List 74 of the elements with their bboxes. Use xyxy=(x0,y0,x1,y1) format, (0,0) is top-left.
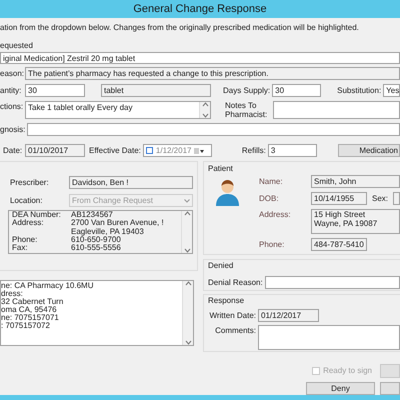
field-label: Written Date: xyxy=(208,310,257,322)
detail-value: Eagleville, PA 19403 xyxy=(71,228,144,236)
pharmacy-line: : 7075157072 xyxy=(1,322,51,330)
field-label: Refills: xyxy=(242,144,267,156)
text-field[interactable]: 30 xyxy=(25,84,85,97)
detail-value: 610-555-5556 xyxy=(71,244,121,252)
directions-textarea[interactable]: Take 1 tablet orally Every day xyxy=(25,101,211,119)
field-label: Comments: xyxy=(214,325,257,337)
scrollbar[interactable] xyxy=(199,102,210,118)
text-field[interactable]: 10/14/1955 xyxy=(311,192,367,205)
detail-label: Phone: xyxy=(12,236,38,244)
calendar-dropdown-icon[interactable] xyxy=(194,148,204,154)
detail-value: AB1234567 xyxy=(71,211,113,219)
field-label: eason: xyxy=(0,68,21,80)
field-label: Denial Reason: xyxy=(208,276,264,288)
pharmacy-line: ne: CA Pharmacy 10.6MU xyxy=(1,282,94,290)
field-label: Days Supply: xyxy=(223,84,272,96)
field-label: Denied xyxy=(208,261,234,270)
instruction-text: ation from the dropdown below. Changes from the originally prescribed medication will be highlighted. xyxy=(0,23,360,33)
field-label: Date: xyxy=(2,144,24,156)
text-field[interactable]: 01/12/2017 xyxy=(258,309,319,322)
field-label: Prescriber: xyxy=(10,176,50,188)
date-picker[interactable]: 1/12/2017 xyxy=(142,144,212,157)
field-label: Notes To Pharmacist: xyxy=(225,101,268,119)
text-field[interactable]: 484-787-5410 xyxy=(311,238,367,251)
field-label: Substitution: xyxy=(337,84,382,96)
medication-field[interactable]: iginal Medication] Zestril 20 mg tablet xyxy=(0,52,400,64)
deny-button[interactable]: Deny xyxy=(306,382,375,395)
text-field[interactable]: tablet xyxy=(101,84,211,97)
checkbox[interactable] xyxy=(146,147,153,154)
pharmacy-line: ne: 7075157071 xyxy=(1,314,60,322)
field-label: Patient xyxy=(208,164,234,173)
address-line: 15 High Street xyxy=(314,210,366,219)
scrollbar[interactable] xyxy=(181,211,192,253)
field-label: Sex: xyxy=(372,192,390,204)
substitution-select[interactable]: Yes xyxy=(383,84,400,97)
pharmacy-line: 32 Cabernet Turn xyxy=(1,298,64,306)
detail-label: Fax: xyxy=(12,244,29,252)
field-label: antity: xyxy=(0,84,22,96)
title-bar: General Change Response xyxy=(0,0,400,18)
diagnosis-field[interactable] xyxy=(27,123,400,136)
text-field[interactable]: Davidson, Ben ! xyxy=(69,176,193,189)
pharmacy-line: dress: xyxy=(1,290,24,298)
comments-textarea[interactable] xyxy=(258,325,400,350)
detail-label: DEA Number: xyxy=(12,211,62,219)
field-label: Phone: xyxy=(259,238,286,250)
medication-button[interactable]: Medication xyxy=(338,144,400,157)
text-field[interactable]: 30 xyxy=(272,84,322,97)
field-label: ctions: xyxy=(0,101,24,113)
field-label: equested xyxy=(0,41,34,50)
notes-textarea[interactable] xyxy=(273,101,400,119)
field-label: Response xyxy=(208,296,246,305)
scrollbar[interactable] xyxy=(182,281,193,345)
date-value: 1/12/2017 xyxy=(156,144,192,156)
text-field[interactable]: 3 xyxy=(268,144,317,157)
field-label: Location: xyxy=(10,194,44,206)
detail-value: 610-650-9700 xyxy=(71,236,121,244)
text-field[interactable]: The patient’s pharmacy has requested a change to this prescription. xyxy=(25,67,400,80)
pharmacy-line: oma CA, 95476 xyxy=(1,306,57,314)
detail-value: 2700 Van Buren Avenue, ! xyxy=(71,219,164,228)
caret-icon xyxy=(184,198,190,202)
denial-reason-field[interactable] xyxy=(264,276,400,289)
checkbox-label: Ready to sign xyxy=(323,365,372,377)
text-field[interactable]: Smith, John xyxy=(311,175,400,188)
sex-field[interactable] xyxy=(393,192,400,205)
field-label: DOB: xyxy=(259,192,280,204)
text-field[interactable]: 01/10/2017 xyxy=(25,144,85,157)
field-label: Effective Date: xyxy=(89,144,142,156)
detail-label: Address: xyxy=(12,219,45,228)
field-label: gnosis: xyxy=(0,124,26,136)
field-label: Address: xyxy=(259,209,292,221)
field-label: Name: xyxy=(259,176,284,188)
person-icon xyxy=(214,179,241,206)
address-line: Wayne, PA 19087 xyxy=(314,219,378,228)
